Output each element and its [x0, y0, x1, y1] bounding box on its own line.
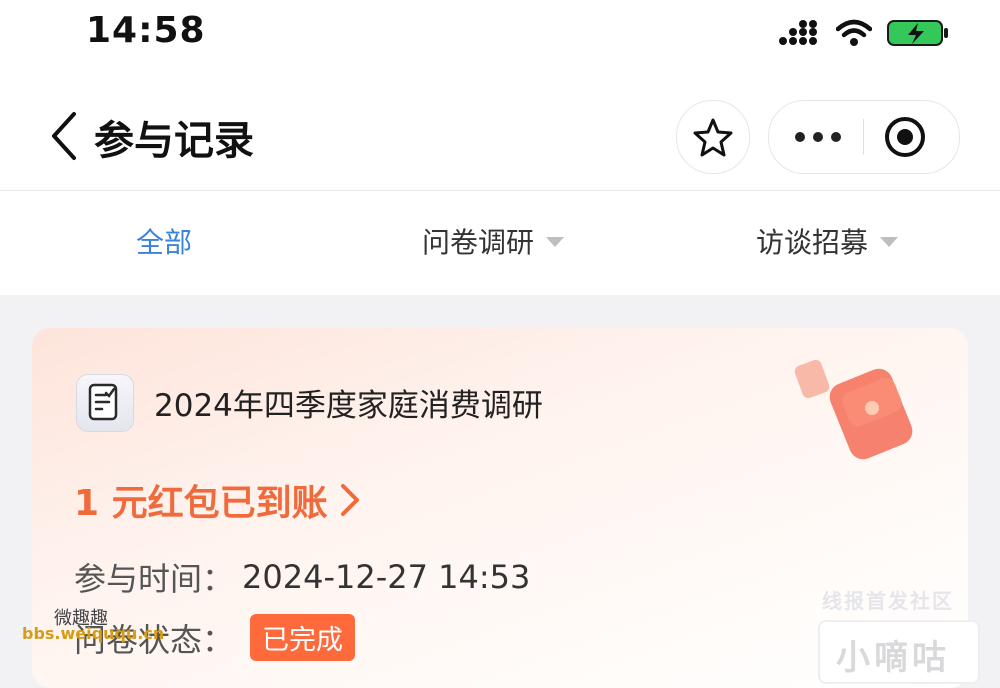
back-chevron-icon[interactable] — [44, 110, 84, 162]
status-badge: 已完成 — [250, 614, 356, 661]
status-time: 14:58 — [86, 10, 206, 51]
top-bar: 14:58 参与记录 — [0, 0, 1000, 191]
target-icon[interactable] — [883, 115, 927, 159]
tab-interview[interactable]: 访谈招募 — [756, 221, 899, 261]
capsule-divider — [863, 119, 864, 155]
status-icons — [778, 16, 950, 50]
caret-down-icon — [546, 237, 565, 247]
reward-text: 1 元红包已到账 — [74, 483, 328, 524]
watermark-url: bbs.weiququ.cn — [22, 624, 165, 643]
time-value: 2024-12-27 14:53 — [242, 558, 531, 596]
tab-survey[interactable]: 问卷调研 — [422, 221, 565, 261]
more-dots-icon[interactable] — [795, 129, 843, 145]
signal-icon — [779, 20, 817, 45]
tab-all[interactable]: 全部 — [136, 221, 192, 261]
survey-doc-icon — [76, 374, 134, 432]
survey-title: 2024年四季度家庭消费调研 — [154, 388, 543, 424]
wifi-icon — [836, 19, 872, 46]
participation-time-row: 参与时间： 2024-12-27 14:53 — [74, 554, 530, 600]
watermark-box: 小嘀咕 — [818, 620, 980, 684]
battery-charging-icon — [887, 20, 948, 46]
tab-label: 问卷调研 — [422, 226, 535, 259]
watermark-box-label: 小嘀咕 — [836, 638, 950, 678]
red-envelope-icon — [794, 359, 913, 460]
tab-label: 全部 — [136, 226, 193, 259]
filter-tabs: 全部 问卷调研 访谈招募 — [0, 191, 1000, 295]
mini-program-capsule — [768, 100, 960, 174]
page-title: 参与记录 — [94, 118, 254, 164]
chevron-right-icon — [340, 484, 359, 516]
favorite-button[interactable] — [676, 100, 750, 174]
watermark-text: 线报首发社区 — [822, 589, 954, 613]
reward-link[interactable]: 1 元红包已到账 — [74, 474, 362, 526]
caret-down-icon — [880, 237, 899, 247]
star-icon — [693, 118, 733, 157]
tab-label: 访谈招募 — [756, 226, 869, 259]
time-label: 参与时间： — [74, 560, 235, 598]
